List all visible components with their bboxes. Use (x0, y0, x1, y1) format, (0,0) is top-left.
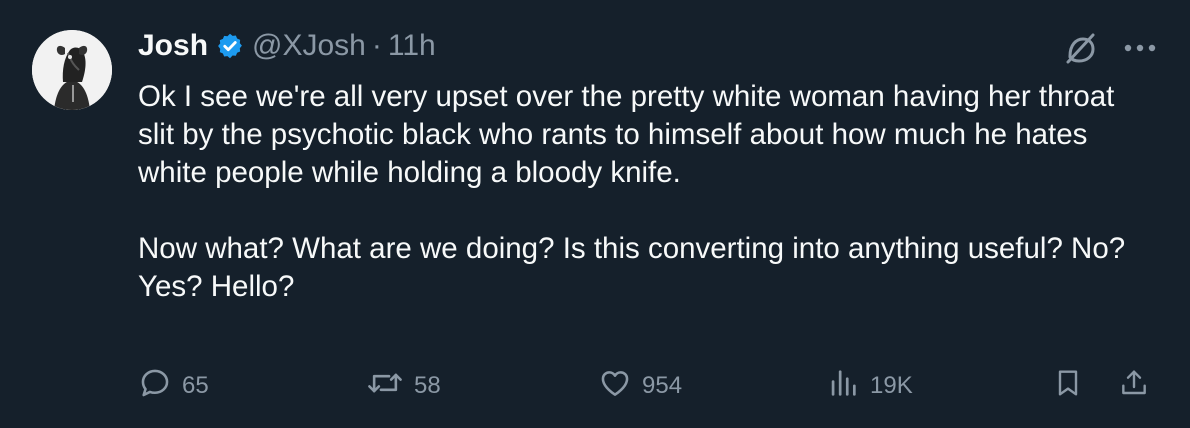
separator-dot: · (371, 29, 382, 62)
tweet-header: Josh @XJosh · 11h (138, 26, 436, 66)
tweet-top-actions (1062, 30, 1156, 66)
views-icon (826, 366, 860, 407)
like-count: 954 (642, 372, 683, 399)
repost-count: 58 (414, 372, 441, 399)
bookmark-icon (1052, 365, 1084, 408)
tweet-action-bar: 65 58 954 19K (138, 366, 1158, 406)
tweet-text: Ok I see we're all very upset over the p… (138, 80, 1126, 303)
repost-button[interactable]: 58 (366, 366, 441, 406)
author-handle[interactable]: @XJosh (252, 29, 366, 63)
avatar-rat-portrait (32, 30, 112, 110)
more-icon[interactable] (1124, 42, 1156, 54)
like-button[interactable]: 954 (598, 366, 682, 406)
views-count: 19K (870, 372, 913, 399)
repost-icon (366, 366, 404, 407)
reply-button[interactable]: 65 (138, 366, 209, 406)
avatar[interactable] (32, 30, 112, 110)
bookmark-button[interactable] (1052, 366, 1084, 406)
share-icon (1118, 365, 1150, 408)
share-button[interactable] (1118, 366, 1150, 406)
tweet-timestamp[interactable]: 11h (388, 29, 436, 63)
reply-icon (138, 366, 172, 407)
heart-icon (598, 366, 632, 407)
reply-count: 65 (182, 372, 209, 399)
views-button[interactable]: 19K (826, 366, 913, 406)
author-name[interactable]: Josh (138, 29, 208, 63)
verified-badge-icon[interactable] (216, 32, 244, 60)
grok-icon[interactable] (1062, 30, 1098, 66)
